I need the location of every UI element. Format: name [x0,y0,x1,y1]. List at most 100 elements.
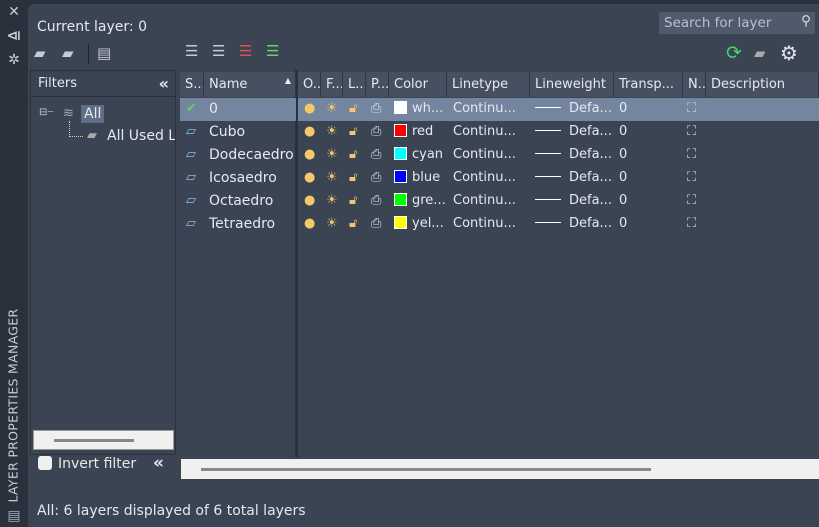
plot-printer-icon[interactable]: ⎙ [368,213,384,236]
layer-name[interactable]: 0 [206,98,221,121]
lineweight-cell[interactable]: Defa... [532,213,615,236]
set-current-icon[interactable]: ☰ [266,42,279,60]
thaw-sun-icon[interactable]: ☀ [323,144,341,167]
color-cell[interactable]: blue [391,167,443,190]
thaw-sun-icon[interactable]: ☀ [323,190,341,213]
on-bulb-icon[interactable]: ● [301,213,318,236]
layer-row[interactable]: ▱ Dodecaedro ● ☀ 🔓︎ ⎙ cyan Continu... Defa... 0 ⛶ [178,144,819,167]
transparency-cell[interactable]: 0 [616,144,630,167]
transparency-cell[interactable]: 0 [616,121,630,144]
column-header-on[interactable]: O... [298,72,321,97]
thaw-sun-icon[interactable]: ☀ [323,98,341,121]
on-bulb-icon[interactable]: ● [301,190,318,213]
new-vp-freeze-icon[interactable]: ⛶ [684,213,699,236]
lineweight-cell[interactable]: Defa... [532,144,615,167]
unlock-icon[interactable]: 🔓︎ [346,98,360,121]
new-vp-freeze-icon[interactable]: ⛶ [684,144,699,167]
linetype-cell[interactable]: Continu... [450,213,519,236]
search-input[interactable]: Search for layer ⚲ [659,12,815,34]
column-header-new-vp-freeze[interactable]: N... [683,72,706,97]
new-layer-icon[interactable]: ☰ [185,42,198,60]
linetype-cell[interactable]: Continu... [450,121,519,144]
column-header-description[interactable]: Description [706,72,819,97]
unlock-icon[interactable]: 🔓︎ [346,167,360,190]
linetype-cell[interactable]: Continu... [450,98,519,121]
layer-row[interactable]: ▱ Octaedro ● ☀ 🔓︎ ⎙ gre... Continu... Defa... 0 ⛶ [178,190,819,213]
column-header-lock[interactable]: L... [343,72,366,97]
unlock-icon[interactable]: 🔓︎ [346,121,360,144]
unlock-icon[interactable]: 🔓︎ [346,190,360,213]
layer-states-icon[interactable]: ▤ [6,508,22,524]
on-bulb-icon[interactable]: ● [301,121,318,144]
filters-scrollbar[interactable] [33,430,174,450]
layer-overrides-icon[interactable]: ▰ [754,44,766,62]
layer-name[interactable]: Icosaedro [206,167,280,190]
new-group-filter-icon[interactable]: ▰ [62,44,74,62]
on-bulb-icon[interactable]: ● [301,167,318,190]
grid-horizontal-scrollbar[interactable] [181,459,819,479]
layer-row[interactable]: ▱ Icosaedro ● ☀ 🔓︎ ⎙ blue Continu... Defa... 0 ⛶ [178,167,819,190]
layer-states-manager-icon[interactable]: ▤ [97,44,111,62]
expand-filters-icon[interactable]: « [153,453,164,473]
on-bulb-icon[interactable]: ● [301,144,318,167]
color-cell[interactable]: gre... [391,190,449,213]
layer-name[interactable]: Dodecaedro [206,144,297,167]
transparency-cell[interactable]: 0 [616,190,630,213]
plot-printer-icon[interactable]: ⎙ [368,98,384,121]
new-vp-freeze-icon[interactable]: ⛶ [684,190,699,213]
lineweight-cell[interactable]: Defa... [532,167,615,190]
filter-all-used[interactable]: All Used Layers [107,128,175,144]
thaw-sun-icon[interactable]: ☀ [323,213,341,236]
close-icon[interactable]: ✕ [6,4,22,20]
thaw-sun-icon[interactable]: ☀ [323,167,341,190]
color-cell[interactable]: wh... [391,98,446,121]
settings-gear-icon[interactable]: ⚙ [780,41,798,65]
on-bulb-icon[interactable]: ● [301,98,318,121]
unlock-icon[interactable]: 🔓︎ [346,144,360,167]
linetype-cell[interactable]: Continu... [450,167,519,190]
tree-collapse-icon[interactable]: ⊟┈ [39,107,53,118]
column-header-transparency[interactable]: Transp... [614,72,683,97]
layer-row[interactable]: ▱ Tetraedro ● ☀ 🔓︎ ⎙ yel... Continu... Defa... 0 ⛶ [178,213,819,236]
column-header-plot[interactable]: P... [366,72,389,97]
plot-printer-icon[interactable]: ⎙ [368,121,384,144]
layer-row[interactable]: ▱ Cubo ● ☀ 🔓︎ ⎙ red Continu... Defa... 0 ⛶ [178,121,819,144]
invert-filter-checkbox[interactable]: Invert filter [38,456,136,472]
transparency-cell[interactable]: 0 [616,213,630,236]
column-header-color[interactable]: Color [389,72,447,97]
plot-printer-icon[interactable]: ⎙ [368,190,384,213]
lineweight-cell[interactable]: Defa... [532,190,615,213]
new-layer-vp-frozen-icon[interactable]: ☰ [212,42,225,60]
lineweight-cell[interactable]: Defa... [532,98,615,121]
plot-printer-icon[interactable]: ⎙ [368,167,384,190]
layer-name[interactable]: Cubo [206,121,248,144]
collapse-filters-icon[interactable]: « [159,74,169,93]
new-property-filter-icon[interactable]: ▰ [34,44,46,62]
column-header-lineweight[interactable]: Lineweight [530,72,614,97]
column-header-name[interactable]: Name ▲ [204,72,296,97]
transparency-cell[interactable]: 0 [616,167,630,190]
column-header-freeze[interactable]: F... [321,72,343,97]
unlock-icon[interactable]: 🔓︎ [346,213,360,236]
new-vp-freeze-icon[interactable]: ⛶ [684,167,699,190]
color-cell[interactable]: red [391,121,436,144]
refresh-icon[interactable]: ⟳ [726,42,742,64]
linetype-cell[interactable]: Continu... [450,144,519,167]
new-vp-freeze-icon[interactable]: ⛶ [684,121,699,144]
linetype-cell[interactable]: Continu... [450,190,519,213]
transparency-cell[interactable]: 0 [616,98,630,121]
color-cell[interactable]: yel... [391,213,447,236]
auto-hide-icon[interactable]: ⧏ [6,28,22,44]
properties-gear-icon[interactable]: ✲ [6,52,22,68]
color-cell[interactable]: cyan [391,144,446,167]
column-header-status[interactable]: S... [180,72,204,97]
column-header-linetype[interactable]: Linetype [447,72,530,97]
lineweight-cell[interactable]: Defa... [532,121,615,144]
new-vp-freeze-icon[interactable]: ⛶ [684,98,699,121]
delete-layer-icon[interactable]: ☰ [239,42,252,60]
layer-name[interactable]: Octaedro [206,190,276,213]
filter-all[interactable]: All [81,105,105,123]
plot-printer-icon[interactable]: ⎙ [368,144,384,167]
thaw-sun-icon[interactable]: ☀ [323,121,341,144]
layer-row[interactable]: ✔ 0 ● ☀ 🔓︎ ⎙ wh... Continu... Defa... 0 ⛶ [178,98,819,121]
